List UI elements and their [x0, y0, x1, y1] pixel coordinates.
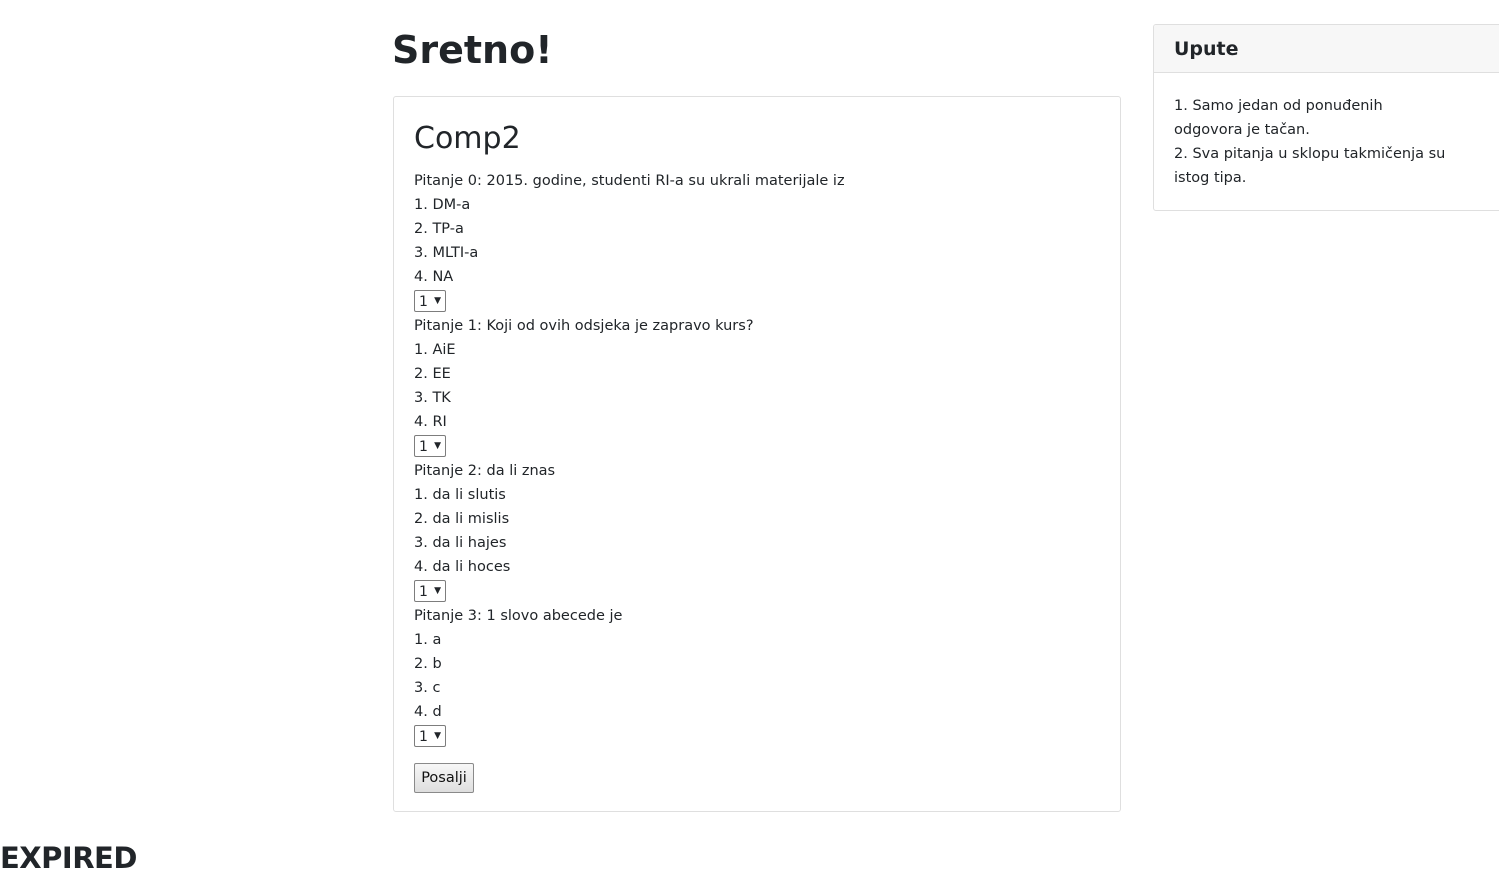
answer-option: 3. MLTI-a [414, 245, 479, 261]
quiz-card: Comp2 Pitanje 0: 2015. godine, studenti … [393, 96, 1121, 812]
instructions-card: Upute 1. Samo jedan od ponuđenih odgovor… [1153, 24, 1499, 211]
submit-button[interactable]: Posalji [414, 763, 474, 793]
question-block-1: Pitanje 1: Koji od ovih odsjeka je zapra… [414, 314, 1100, 459]
question-text: Pitanje 0: 2015. godine, studenti RI-a s… [414, 173, 845, 189]
answer-select-0[interactable]: 1 ▼ [414, 290, 446, 312]
expired-status: EXPIRED [0, 841, 137, 875]
answer-select-wrapper: 1 ▼ [414, 434, 1100, 459]
question-block-2: Pitanje 2: da li znas 1. da li slutis 2.… [414, 459, 1100, 604]
answer-option: 2. EE [414, 366, 451, 382]
question-text: Pitanje 1: Koji od ovih odsjeka je zapra… [414, 318, 754, 334]
dropdown-arrow-icon: ▼ [434, 731, 441, 741]
answer-select-value: 1 [419, 294, 428, 310]
question-text: Pitanje 2: da li znas [414, 463, 556, 479]
answer-option: 1. DM-a [414, 197, 471, 213]
answer-option: 3. da li hajes [414, 535, 507, 551]
answer-select-1[interactable]: 1 ▼ [414, 435, 446, 457]
instructions-title: Upute [1154, 25, 1499, 73]
answer-option: 2. TP-a [414, 221, 464, 237]
dropdown-arrow-icon: ▼ [434, 586, 441, 596]
answer-select-3[interactable]: 1 ▼ [414, 725, 446, 747]
dropdown-arrow-icon: ▼ [434, 441, 441, 451]
answer-select-wrapper: 1 ▼ [414, 289, 1100, 314]
instruction-item: 2. Sva pitanja u sklopu takmičenja su is… [1174, 146, 1446, 186]
answer-option: 4. da li hoces [414, 559, 511, 575]
answer-select-2[interactable]: 1 ▼ [414, 580, 446, 602]
question-block-3: Pitanje 3: 1 slovo abecede je 1. a 2. b … [414, 604, 1100, 749]
answer-option: 3. c [414, 680, 441, 696]
answer-option: 4. d [414, 704, 442, 720]
question-text: Pitanje 3: 1 slovo abecede je [414, 608, 623, 624]
answer-select-wrapper: 1 ▼ [414, 724, 1100, 749]
quiz-title: Comp2 [414, 121, 521, 156]
answer-option: 1. AiE [414, 342, 456, 358]
answer-option: 1. a [414, 632, 442, 648]
answer-select-wrapper: 1 ▼ [414, 579, 1100, 604]
answer-select-value: 1 [419, 584, 428, 600]
instruction-item: 1. Samo jedan od ponuđenih odgovora je t… [1174, 98, 1383, 138]
answer-option: 2. da li mislis [414, 511, 510, 527]
answer-option: 4. NA [414, 269, 454, 285]
dropdown-arrow-icon: ▼ [434, 296, 441, 306]
answer-option: 2. b [414, 656, 442, 672]
question-block-0: Pitanje 0: 2015. godine, studenti RI-a s… [414, 169, 1100, 314]
answer-select-value: 1 [419, 439, 428, 455]
answer-option: 3. TK [414, 390, 451, 406]
answer-select-value: 1 [419, 729, 428, 745]
page-title: Sretno! [392, 28, 553, 72]
answer-option: 1. da li slutis [414, 487, 506, 503]
answer-option: 4. RI [414, 414, 447, 430]
instructions-body: 1. Samo jedan od ponuđenih odgovora je t… [1154, 73, 1474, 190]
